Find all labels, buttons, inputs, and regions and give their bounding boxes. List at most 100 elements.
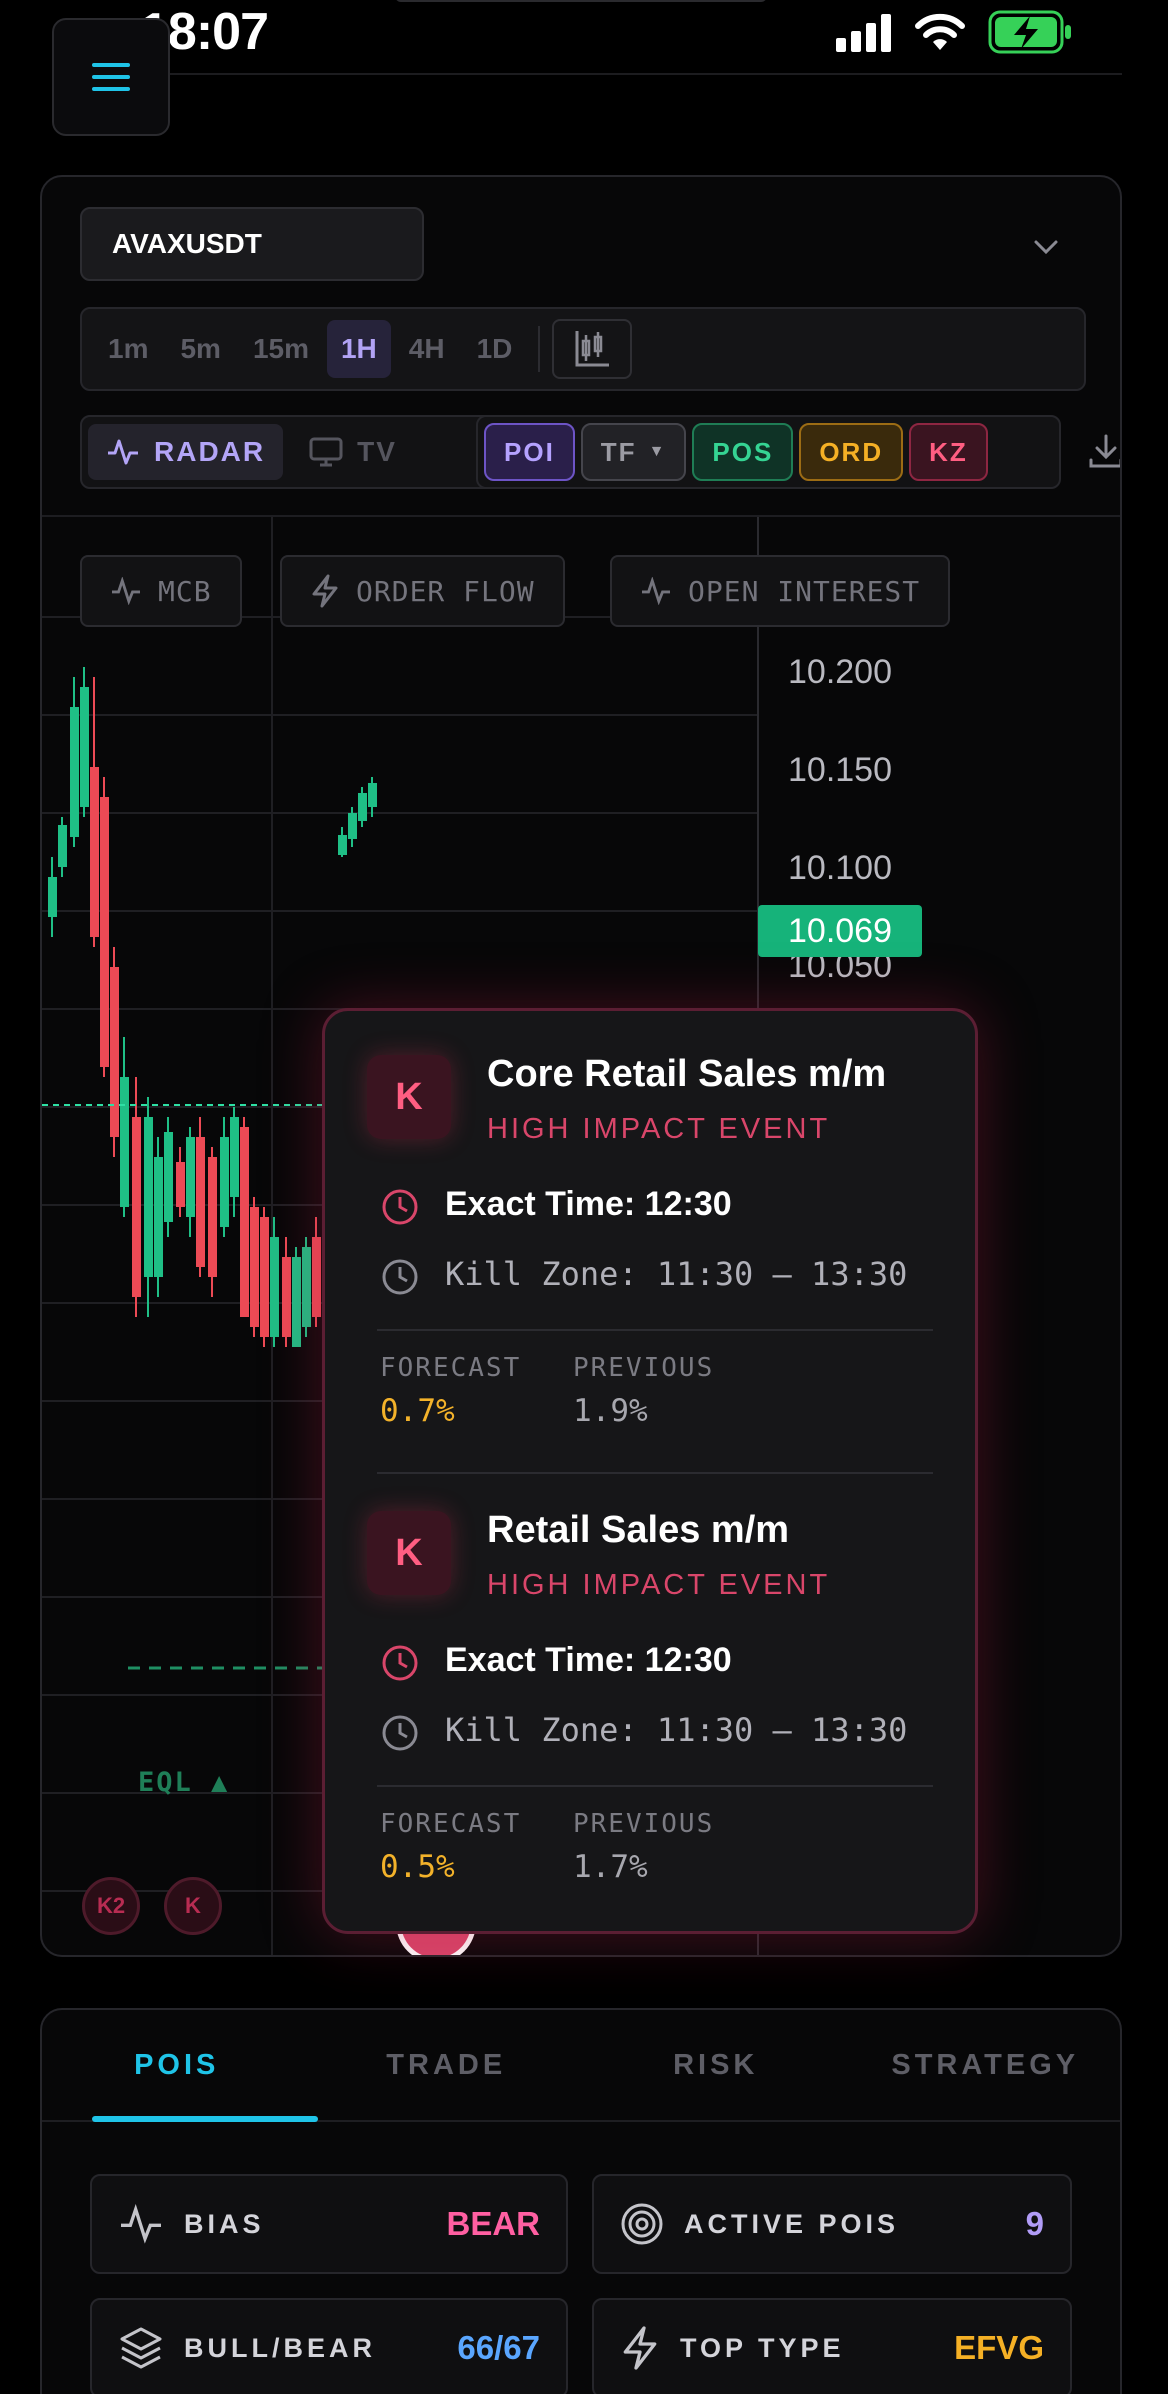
candle-body: [110, 967, 119, 1137]
active-tab-indicator: [92, 2116, 318, 2122]
price-axis-label: 10.200: [788, 653, 892, 691]
tf-4h[interactable]: 4H: [395, 320, 459, 378]
candle-body: [186, 1137, 195, 1217]
stat-value: BEAR: [446, 2205, 540, 2242]
tv-mode-button[interactable]: TV: [291, 424, 415, 480]
candle-body: [70, 707, 79, 837]
kill-zone-marker-k[interactable]: K: [164, 1877, 222, 1935]
tag-tf-label: TF: [600, 436, 637, 467]
tf-1h[interactable]: 1H: [326, 320, 391, 378]
caret-down-icon: ▼: [648, 443, 667, 460]
chevron-down-icon[interactable]: [1026, 227, 1066, 267]
radar-mode-button[interactable]: RADAR: [88, 424, 284, 480]
analysis-panel: POIS TRADE RISK STRATEGY BIAS BEAR ACTIV…: [40, 2008, 1122, 2394]
clock-icon: [382, 1715, 418, 1751]
overlay-tags: POI TF ▼ POS ORD KZ: [476, 415, 1061, 489]
event-badge: K: [367, 1055, 451, 1139]
candle-body: [176, 1162, 185, 1207]
forecast-value: 0.5%: [380, 1849, 455, 1885]
event-exact-time: Exact Time: 12:30: [445, 1641, 732, 1679]
price-axis-label: 10.150: [788, 751, 892, 789]
kill-zone-marker-k2[interactable]: K2: [82, 1877, 140, 1935]
stat-value: 9: [1025, 2205, 1044, 2242]
clock-icon: [382, 1189, 418, 1225]
candle-body: [100, 797, 109, 1067]
candle-body: [270, 1237, 279, 1337]
candle-body: [338, 835, 347, 855]
event-impact: HIGH IMPACT EVENT: [487, 1569, 831, 1601]
radar-label: RADAR: [154, 436, 266, 467]
candle-body: [260, 1217, 269, 1337]
menu-button[interactable]: [52, 18, 170, 136]
previous-label: PREVIOUS: [573, 1353, 715, 1383]
tf-15m[interactable]: 15m: [239, 320, 323, 378]
candle-body: [250, 1207, 259, 1327]
price-axis-label: 10.100: [788, 849, 892, 887]
forecast-label: FORECAST: [380, 1353, 522, 1383]
current-price-tag: 10.069: [758, 905, 922, 957]
symbol-value: AVAXUSDT: [112, 228, 262, 259]
tab-strategy[interactable]: STRATEGY: [851, 2010, 1121, 2120]
eql-marker-label: EQL ▲: [138, 1767, 230, 1798]
open-interest-indicator-button[interactable]: OPEN INTEREST: [610, 555, 951, 627]
event-divider: [377, 1329, 933, 1331]
open-interest-label: OPEN INTEREST: [688, 574, 921, 608]
candle-body: [282, 1257, 291, 1337]
tf-1d[interactable]: 1D: [463, 320, 527, 378]
download-icon[interactable]: [1086, 432, 1122, 472]
bolt-icon: [623, 2326, 657, 2370]
tag-poi[interactable]: POI: [484, 423, 575, 481]
candle-body: [240, 1127, 249, 1317]
tag-pos[interactable]: POS: [692, 423, 794, 481]
target-icon: [621, 2203, 663, 2245]
candle-body: [302, 1247, 311, 1327]
hamburger-icon: [92, 63, 130, 91]
event-separator: [377, 1472, 933, 1474]
candle-body: [48, 877, 57, 917]
candle-body: [120, 1077, 129, 1207]
tag-tf[interactable]: TF ▼: [580, 423, 687, 481]
tab-trade[interactable]: TRADE: [312, 2010, 582, 2120]
pulse-icon: [111, 577, 140, 605]
timeframe-bar: 1m 5m 15m 1H 4H 1D: [80, 307, 1086, 391]
event-kill-zone: Kill Zone: 11:30 – 13:30: [445, 1255, 908, 1293]
tag-poi-label: POI: [504, 436, 555, 467]
tag-ord[interactable]: ORD: [799, 423, 904, 481]
tf-1m[interactable]: 1m: [94, 320, 162, 378]
event-badge: K: [367, 1511, 451, 1595]
tf-5m[interactable]: 5m: [166, 320, 234, 378]
stat-label: TOP TYPE: [680, 2332, 845, 2363]
order-flow-indicator-button[interactable]: ORDER FLOW: [280, 555, 565, 627]
candle-body: [358, 793, 367, 821]
pulse-icon: [642, 577, 670, 605]
previous-label: PREVIOUS: [573, 1809, 715, 1839]
stat-value: EFVG: [954, 2329, 1044, 2366]
event-impact: HIGH IMPACT EVENT: [487, 1113, 831, 1145]
symbol-selector[interactable]: AVAXUSDT: [80, 207, 424, 281]
battery-charging-icon: [988, 10, 1071, 54]
tab-risk[interactable]: RISK: [581, 2010, 851, 2120]
monitor-icon: [309, 437, 343, 467]
tab-pois[interactable]: POIS: [42, 2010, 312, 2120]
event-divider: [377, 1785, 933, 1787]
event-tooltip: K Core Retail Sales m/m HIGH IMPACT EVEN…: [322, 1008, 978, 1934]
stat-value: 66/67: [457, 2329, 540, 2366]
tag-kz[interactable]: KZ: [909, 423, 988, 481]
candle-body: [58, 825, 67, 867]
candle-body: [164, 1132, 173, 1222]
chart-type-button[interactable]: [552, 319, 633, 379]
panel-tabs: POIS TRADE RISK STRATEGY: [42, 2010, 1120, 2122]
candle-body: [90, 767, 99, 937]
event-title: Core Retail Sales m/m: [487, 1053, 887, 1095]
mcb-indicator-button[interactable]: MCB: [80, 555, 242, 627]
candle-body: [312, 1237, 321, 1317]
previous-value: 1.7%: [573, 1849, 648, 1885]
tf-separator: [538, 326, 541, 372]
order-flow-label: ORDER FLOW: [356, 574, 535, 608]
cellular-signal-icon: [836, 14, 891, 52]
stat-label: ACTIVE POIS: [684, 2208, 900, 2239]
candle-body: [132, 1117, 141, 1297]
mcb-label: MCB: [158, 574, 212, 608]
header-divider: [165, 73, 1122, 75]
candle-body: [144, 1117, 153, 1277]
